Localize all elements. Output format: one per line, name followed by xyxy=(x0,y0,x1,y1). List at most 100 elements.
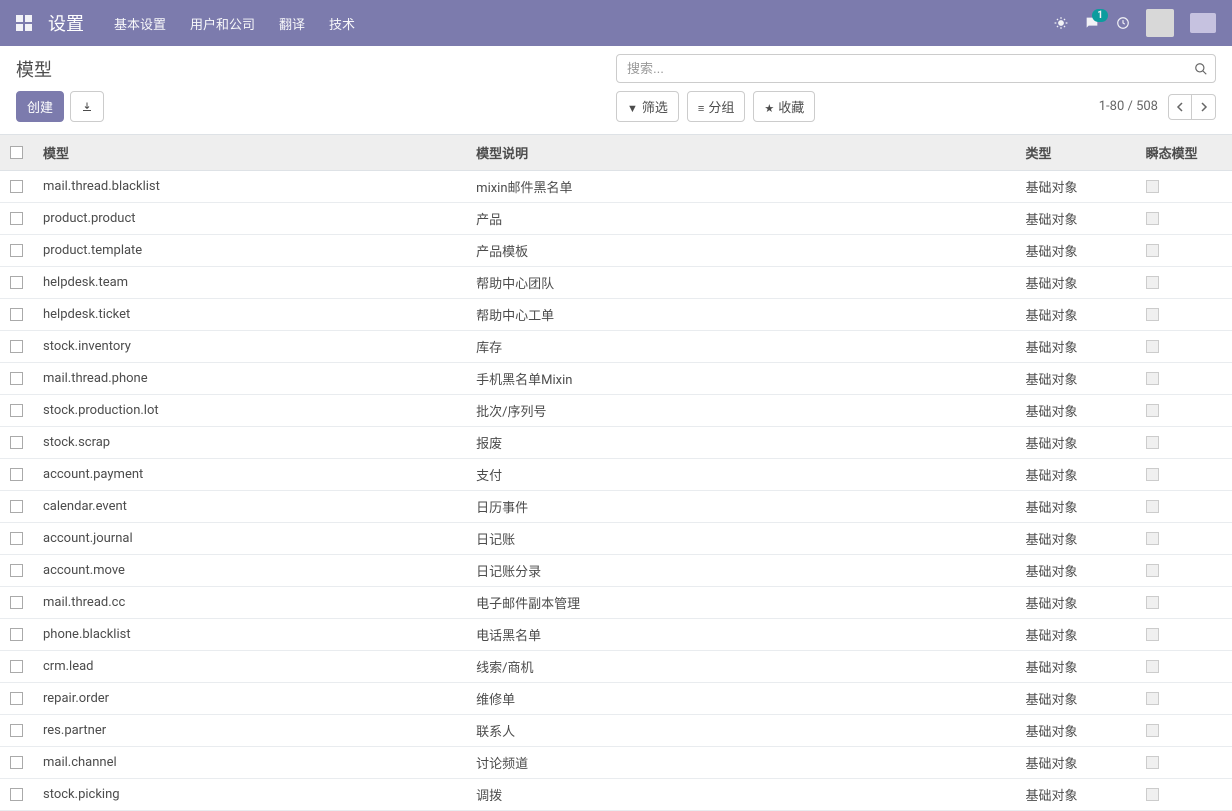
row-checkbox[interactable] xyxy=(10,628,23,641)
breadcrumb: 模型 xyxy=(16,56,616,82)
row-checkbox[interactable] xyxy=(10,212,23,225)
table-row[interactable]: stock.scrap报废基础对象 xyxy=(0,427,1232,459)
row-checkbox[interactable] xyxy=(10,276,23,289)
search-input[interactable] xyxy=(616,54,1216,83)
favorite-button[interactable]: ★收藏 xyxy=(753,91,815,122)
cell-transient xyxy=(1136,427,1232,459)
cell-transient xyxy=(1136,491,1232,523)
bug-icon[interactable] xyxy=(1054,16,1068,30)
pager-range[interactable]: 1-80 / 508 xyxy=(1099,99,1158,114)
table-row[interactable]: account.payment支付基础对象 xyxy=(0,459,1232,491)
export-button[interactable] xyxy=(70,91,104,122)
row-checkbox[interactable] xyxy=(10,596,23,609)
row-checkbox[interactable] xyxy=(10,244,23,257)
row-checkbox[interactable] xyxy=(10,660,23,673)
messages-icon[interactable]: 1 xyxy=(1084,15,1100,31)
row-checkbox[interactable] xyxy=(10,372,23,385)
select-all-checkbox[interactable] xyxy=(10,146,23,159)
activity-icon[interactable] xyxy=(1116,16,1130,30)
nav-menu-item[interactable]: 技术 xyxy=(329,14,355,33)
cell-type: 基础对象 xyxy=(1016,363,1136,395)
cell-type: 基础对象 xyxy=(1016,747,1136,779)
table-row[interactable]: res.partner联系人基础对象 xyxy=(0,715,1232,747)
cell-desc: 手机黑名单Mixin xyxy=(466,363,1015,395)
row-checkbox[interactable] xyxy=(10,564,23,577)
transient-checkbox xyxy=(1146,372,1159,385)
table-row[interactable]: stock.picking调拨基础对象 xyxy=(0,779,1232,811)
table-row[interactable]: mail.thread.blacklistmixin邮件黑名单基础对象 xyxy=(0,171,1232,203)
nav-menu-item[interactable]: 基本设置 xyxy=(114,14,166,33)
nav-menu-item[interactable]: 用户和公司 xyxy=(190,14,255,33)
pager-prev-button[interactable] xyxy=(1168,94,1192,120)
transient-checkbox xyxy=(1146,308,1159,321)
row-checkbox[interactable] xyxy=(10,500,23,513)
column-header-type[interactable]: 类型 xyxy=(1016,135,1136,171)
pager-next-button[interactable] xyxy=(1192,94,1216,120)
table-row[interactable]: product.template产品模板基础对象 xyxy=(0,235,1232,267)
cell-model: product.product xyxy=(33,203,466,235)
cell-desc: 电子邮件副本管理 xyxy=(466,587,1015,619)
transient-checkbox xyxy=(1146,276,1159,289)
cell-transient xyxy=(1136,523,1232,555)
search-icon[interactable] xyxy=(1194,62,1208,76)
avatar[interactable] xyxy=(1146,9,1174,37)
row-checkbox[interactable] xyxy=(10,340,23,353)
table-row[interactable]: stock.production.lot批次/序列号基础对象 xyxy=(0,395,1232,427)
row-checkbox[interactable] xyxy=(10,308,23,321)
row-checkbox[interactable] xyxy=(10,692,23,705)
column-header-model[interactable]: 模型 xyxy=(33,135,466,171)
transient-checkbox xyxy=(1146,244,1159,257)
table-row[interactable]: account.journal日记账基础对象 xyxy=(0,523,1232,555)
create-button[interactable]: 创建 xyxy=(16,91,64,122)
row-checkbox[interactable] xyxy=(10,180,23,193)
table-row[interactable]: crm.lead线索/商机基础对象 xyxy=(0,651,1232,683)
cell-desc: 调拨 xyxy=(466,779,1015,811)
cell-transient xyxy=(1136,299,1232,331)
table-row[interactable]: phone.blacklist电话黑名单基础对象 xyxy=(0,619,1232,651)
table-row[interactable]: calendar.event日历事件基础对象 xyxy=(0,491,1232,523)
table-row[interactable]: product.product产品基础对象 xyxy=(0,203,1232,235)
app-title: 设置 xyxy=(48,10,84,36)
apps-icon[interactable] xyxy=(16,15,32,31)
row-checkbox[interactable] xyxy=(10,724,23,737)
table-row[interactable]: account.move日记账分录基础对象 xyxy=(0,555,1232,587)
cell-desc: 电话黑名单 xyxy=(466,619,1015,651)
row-checkbox[interactable] xyxy=(10,756,23,769)
cell-desc: 报废 xyxy=(466,427,1015,459)
row-checkbox[interactable] xyxy=(10,532,23,545)
table-row[interactable]: mail.channel讨论频道基础对象 xyxy=(0,747,1232,779)
cell-type: 基础对象 xyxy=(1016,459,1136,491)
row-checkbox[interactable] xyxy=(10,404,23,417)
cell-model: stock.production.lot xyxy=(33,395,466,427)
column-header-desc[interactable]: 模型说明 xyxy=(466,135,1015,171)
table-row[interactable]: helpdesk.team帮助中心团队基础对象 xyxy=(0,267,1232,299)
cell-model: mail.thread.blacklist xyxy=(33,171,466,203)
cell-model: account.journal xyxy=(33,523,466,555)
cell-transient xyxy=(1136,683,1232,715)
table-row[interactable]: helpdesk.ticket帮助中心工单基础对象 xyxy=(0,299,1232,331)
table-row[interactable]: repair.order维修单基础对象 xyxy=(0,683,1232,715)
cell-transient xyxy=(1136,651,1232,683)
transient-checkbox xyxy=(1146,660,1159,673)
row-checkbox[interactable] xyxy=(10,436,23,449)
company-selector[interactable] xyxy=(1190,13,1216,33)
cell-desc: 日历事件 xyxy=(466,491,1015,523)
transient-checkbox xyxy=(1146,628,1159,641)
cell-model: helpdesk.ticket xyxy=(33,299,466,331)
cell-transient xyxy=(1136,587,1232,619)
transient-checkbox xyxy=(1146,468,1159,481)
cell-type: 基础对象 xyxy=(1016,203,1136,235)
row-checkbox[interactable] xyxy=(10,788,23,801)
cell-type: 基础对象 xyxy=(1016,587,1136,619)
table-row[interactable]: stock.inventory库存基础对象 xyxy=(0,331,1232,363)
group-button[interactable]: ≡分组 xyxy=(687,91,745,122)
nav-menu-item[interactable]: 翻译 xyxy=(279,14,305,33)
cell-transient xyxy=(1136,395,1232,427)
column-header-transient[interactable]: 瞬态模型 xyxy=(1136,135,1232,171)
transient-checkbox xyxy=(1146,436,1159,449)
table-row[interactable]: mail.thread.cc电子邮件副本管理基础对象 xyxy=(0,587,1232,619)
table-row[interactable]: mail.thread.phone手机黑名单Mixin基础对象 xyxy=(0,363,1232,395)
row-checkbox[interactable] xyxy=(10,468,23,481)
filter-button[interactable]: ▼筛选 xyxy=(616,91,679,122)
cell-model: stock.scrap xyxy=(33,427,466,459)
